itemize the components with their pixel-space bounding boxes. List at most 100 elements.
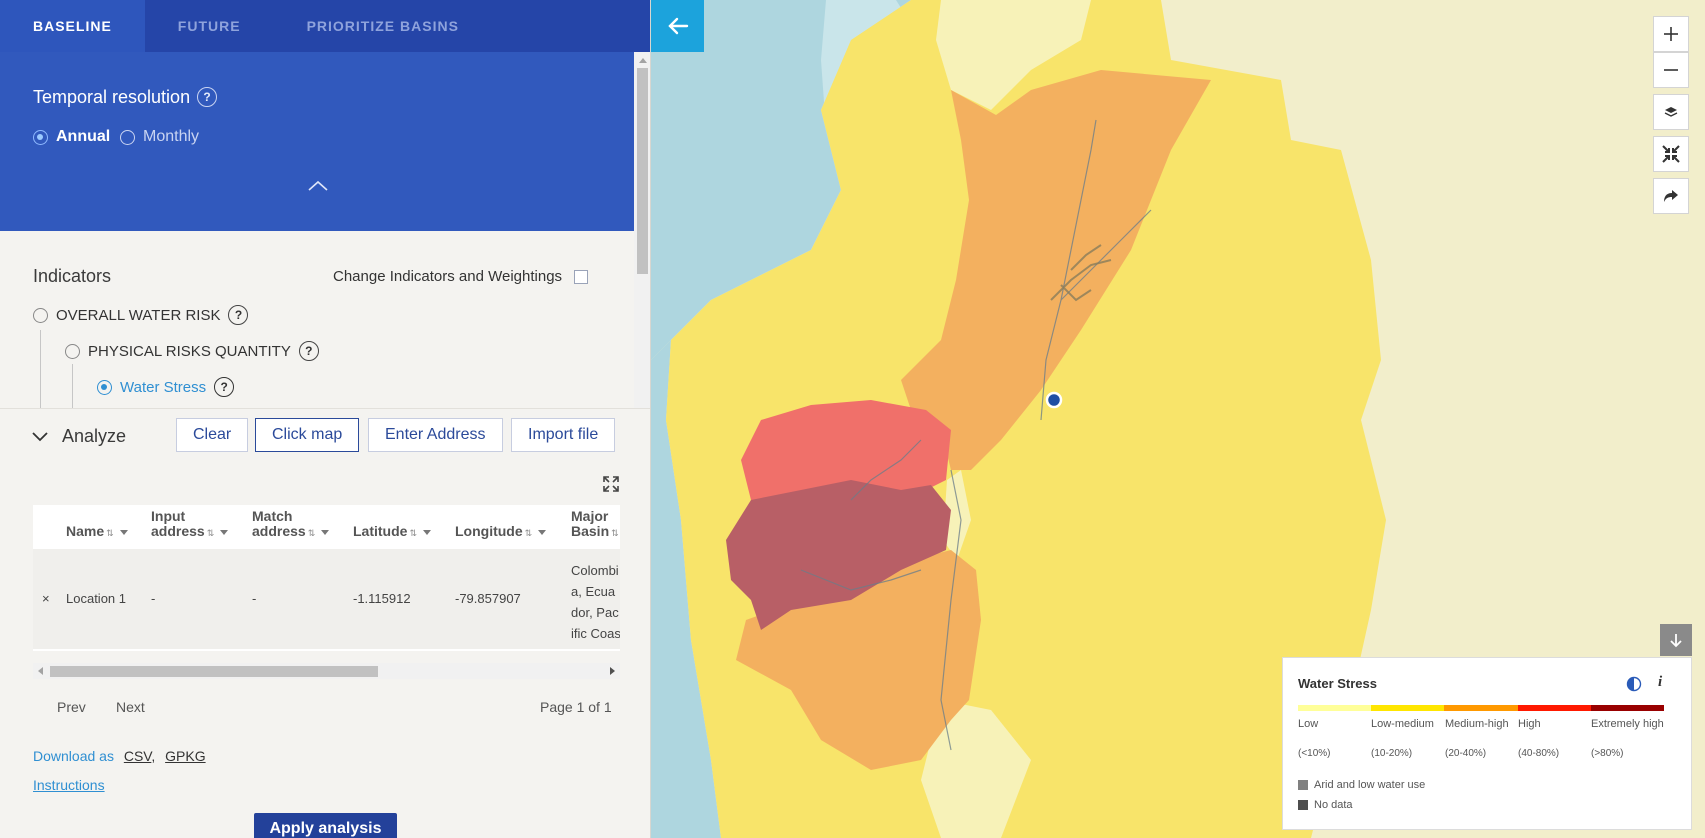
indicators-title: Indicators	[33, 266, 112, 286]
column-header-major-basin[interactable]: Major Basin ⇅	[571, 509, 619, 541]
compress-icon	[1662, 145, 1680, 163]
legend-swatch-medium-high	[1444, 705, 1518, 711]
cell-longitude: -79.857907	[455, 591, 521, 606]
opacity-icon[interactable]	[1626, 676, 1642, 692]
horizontal-scrollbar[interactable]	[33, 663, 620, 679]
column-header-label: Match address	[252, 508, 306, 539]
tab-future[interactable]: FUTURE	[145, 0, 274, 52]
clear-button[interactable]: Clear	[176, 418, 249, 452]
scrollbar-thumb[interactable]	[50, 666, 378, 677]
filter-icon[interactable]	[423, 529, 431, 535]
arrow-down-icon	[1670, 634, 1682, 648]
share-button[interactable]	[1653, 178, 1689, 214]
filter-icon[interactable]	[220, 529, 229, 535]
vertical-scrollbar[interactable]	[634, 52, 650, 408]
map-canvas[interactable]: Water Stress i Low (<10%) Low-medium (10-2…	[651, 0, 1705, 838]
layers-icon	[1664, 107, 1678, 117]
tab-prioritize-basins[interactable]: PRIORITIZE BASINS	[274, 0, 492, 52]
scroll-left-arrow-icon[interactable]	[38, 667, 43, 675]
chevron-up-icon[interactable]	[306, 177, 330, 193]
change-indicators-checkbox[interactable]	[574, 269, 589, 284]
indicator-label: PHYSICAL RISKS QUANTITY	[88, 342, 291, 360]
share-icon	[1664, 190, 1678, 202]
expand-icon[interactable]	[602, 475, 620, 493]
legend-class-range: (>80%)	[1591, 748, 1624, 759]
import-file-button[interactable]: Import file	[511, 418, 616, 452]
legend-swatch-no-data	[1298, 800, 1308, 810]
radio-annual[interactable]: Annual	[33, 128, 110, 146]
page-indicator: Page 1 of 1	[540, 699, 612, 715]
help-icon[interactable]: ?	[214, 377, 235, 397]
filter-icon[interactable]	[538, 529, 547, 535]
legend-class-label: Medium-high	[1445, 718, 1509, 730]
sort-icon[interactable]: ⇅	[207, 528, 215, 538]
legend-class-label: Extremely high	[1591, 718, 1664, 730]
fullscreen-button[interactable]	[1653, 136, 1689, 172]
legend-arid-label: Arid and low water use	[1314, 779, 1426, 791]
sort-icon[interactable]: ⇅	[409, 528, 417, 538]
tab-baseline[interactable]: BASELINE	[0, 0, 145, 52]
download-gpkg-link[interactable]: GPKG	[165, 748, 205, 764]
prev-page-button[interactable]: Prev	[57, 699, 86, 715]
column-header-match-address[interactable]: Match address ⇅	[252, 509, 340, 541]
help-icon[interactable]: ?	[197, 87, 217, 107]
sort-icon[interactable]: ⇅	[525, 528, 533, 538]
zoom-out-button[interactable]	[1653, 52, 1689, 88]
table-header: Name ⇅ Input address ⇅ Match address ⇅ Lati…	[33, 505, 620, 549]
download-csv-link[interactable]: CSV	[124, 748, 152, 764]
legend-class-label: Low	[1298, 718, 1319, 730]
filter-icon[interactable]	[119, 529, 128, 535]
column-header-name[interactable]: Name ⇅	[66, 524, 128, 541]
legend-class-range: (10-20%)	[1371, 748, 1413, 759]
plus-icon	[1664, 27, 1678, 41]
separator: ,	[151, 748, 156, 764]
indicator-physical-risks-quantity[interactable]: PHYSICAL RISKS QUANTITY ?	[65, 341, 319, 361]
tree-connector	[40, 330, 41, 410]
layers-button[interactable]	[1653, 94, 1689, 130]
sort-icon[interactable]: ⇅	[106, 528, 114, 538]
indicator-overall-water-risk[interactable]: OVERALL WATER RISK ?	[33, 305, 249, 325]
minus-icon	[1664, 69, 1678, 71]
radio-unselected-icon	[33, 307, 48, 323]
legend-swatch-extremely-high	[1590, 705, 1665, 711]
column-header-input-address[interactable]: Input address ⇅	[151, 509, 237, 541]
filter-icon[interactable]	[321, 529, 330, 535]
cell-match-address: -	[252, 591, 257, 606]
collapse-sidebar-button[interactable]	[651, 0, 704, 52]
indicator-label: Water Stress	[120, 378, 207, 396]
next-page-button[interactable]: Next	[116, 699, 145, 715]
legend-class-low: Low (<10%)	[1298, 717, 1371, 759]
download-links: Download as CSV, GPKG	[33, 748, 206, 764]
legend-class-low-medium: Low-medium (10-20%)	[1371, 717, 1444, 759]
legend-arid: Arid and low water use	[1298, 779, 1425, 791]
chevron-down-icon	[32, 431, 48, 441]
change-indicators-toggle[interactable]: Change Indicators and Weightings	[333, 268, 589, 285]
apply-analysis-button[interactable]: Apply analysis	[254, 813, 397, 838]
sidebar-panel: BASELINE FUTURE PRIORITIZE BASINS Tempor…	[0, 0, 651, 838]
indicator-label: OVERALL WATER RISK	[56, 306, 221, 324]
help-icon[interactable]: ?	[228, 305, 249, 325]
legend-class-label: High	[1518, 718, 1541, 730]
scroll-right-arrow-icon[interactable]	[610, 667, 615, 675]
click-map-button[interactable]: Click map	[255, 418, 360, 452]
help-icon[interactable]: ?	[298, 341, 319, 361]
scroll-up-arrow-icon[interactable]	[639, 58, 647, 63]
analyze-toggle[interactable]: Analyze	[32, 426, 126, 447]
location-marker[interactable]	[1045, 391, 1063, 409]
instructions-link[interactable]: Instructions	[33, 777, 105, 793]
column-header-label: Name	[66, 523, 105, 539]
enter-address-button[interactable]: Enter Address	[368, 418, 503, 452]
radio-monthly-label: Monthly	[143, 128, 200, 145]
column-header-longitude[interactable]: Longitude ⇅	[455, 524, 547, 541]
scrollbar-thumb[interactable]	[637, 68, 648, 274]
radio-monthly[interactable]: Monthly	[120, 128, 199, 146]
sort-icon[interactable]: ⇅	[308, 528, 316, 538]
zoom-in-button[interactable]	[1653, 16, 1689, 52]
sort-icon[interactable]: ⇅	[611, 528, 619, 538]
legend-class-range: (<10%)	[1298, 748, 1331, 759]
info-icon[interactable]: i	[1658, 674, 1662, 691]
legend-toggle-button[interactable]	[1660, 624, 1692, 656]
indicator-water-stress[interactable]: Water Stress ?	[97, 377, 235, 397]
column-header-latitude[interactable]: Latitude ⇅	[353, 524, 431, 541]
remove-row-icon[interactable]: ×	[42, 591, 50, 606]
